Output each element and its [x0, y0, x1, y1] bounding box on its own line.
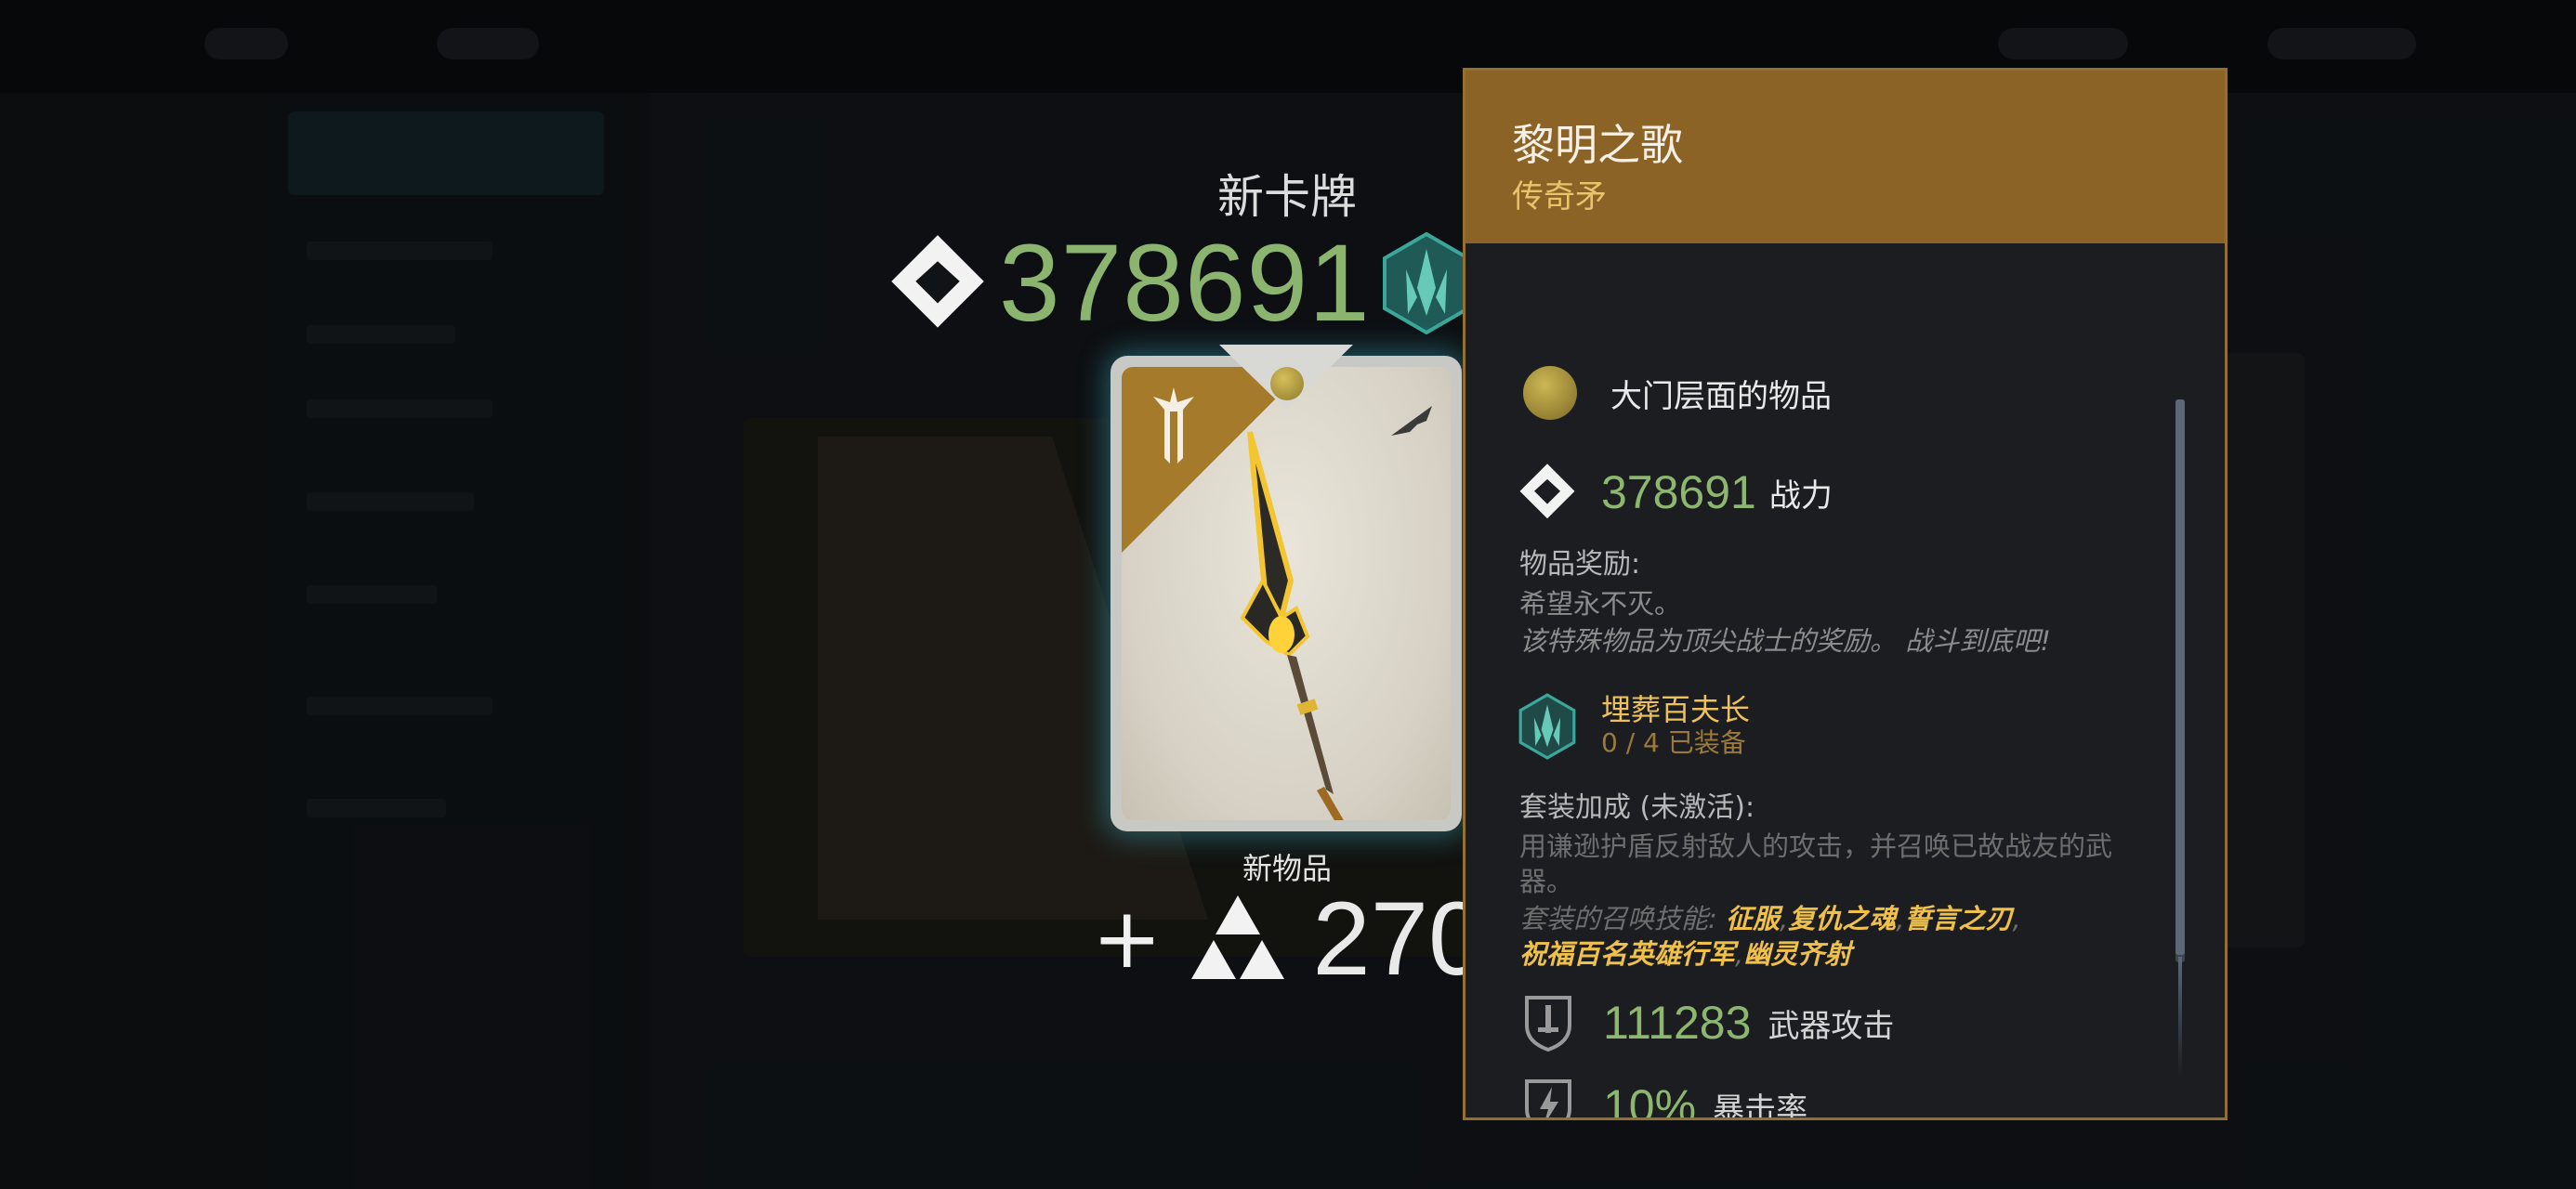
skill-3: 誓言之刃 [1904, 903, 2013, 934]
item-type: 传奇矛 [1512, 178, 1607, 216]
new-card-title: 新卡牌 [1217, 170, 1357, 224]
crit-stat-label: 暴击率 [1713, 1091, 1808, 1120]
skill-1: 征服 [1726, 903, 1781, 934]
new-item-card[interactable] [1111, 345, 1462, 831]
reward-description: 希望永不灭。 该特殊物品为顶尖战士的奖励。 战斗到底吧! [1519, 585, 2151, 660]
tooltip-scrollbar[interactable] [2175, 399, 2185, 962]
set-bonus-title: 套装加成 (未激活): [1519, 791, 1755, 824]
attack-stat-row: 111283 武器攻击 [1465, 994, 1894, 1052]
set-text: 埋葬百夫长 0 / 4 已装备 [1601, 693, 1750, 760]
xp-value: 270 [1312, 880, 1487, 997]
spear-artwork [1240, 431, 1344, 820]
skills-prefix: 套装的召唤技能: [1519, 903, 1726, 934]
power-row: 378691 [887, 222, 1473, 345]
lightning-shield-icon [1525, 1079, 1571, 1117]
skill-4: 祝福百名英雄行军 [1519, 938, 1736, 970]
gate-text: 大门层面的物品 [1610, 377, 1832, 415]
item-tooltip: 黎明之歌 传奇矛 大门层面的物品 378691 战力 物品奖励: 希望永不灭。 … [1463, 68, 2228, 1120]
gate-row: 大门层面的物品 [1465, 366, 1832, 420]
set-emblem-icon [1518, 693, 1576, 760]
triforce-xp-icon [1191, 895, 1285, 979]
power-diamond-icon [1519, 464, 1575, 519]
xp-row: + 270 [1092, 881, 1486, 997]
tooltip-header: 黎明之歌 传奇矛 [1465, 71, 2225, 243]
attack-stat-label: 武器攻击 [1768, 1007, 1895, 1045]
scrollbar-tail [2178, 957, 2182, 1078]
reward-line-2: 该特殊物品为顶尖战士的奖励。 战斗到底吧! [1519, 625, 2051, 657]
set-emblem-icon [1382, 232, 1470, 334]
card-face [1122, 367, 1451, 820]
power-value: 378691 [999, 222, 1371, 345]
set-skills: 套装的召唤技能: 征服,复仇之魂,誓言之刃, 祝福百名英雄行军,幽灵齐射 [1519, 903, 2021, 970]
xp-plus: + [1092, 889, 1163, 987]
power-stat-value: 378691 [1601, 466, 1756, 518]
gate-gem-icon [1523, 366, 1577, 420]
scrollbar-thumb[interactable] [2175, 399, 2185, 955]
skill-2: 复仇之魂 [1788, 903, 1897, 934]
set-row: 埋葬百夫长 0 / 4 已装备 [1465, 693, 1750, 760]
set-name: 埋葬百夫长 [1601, 692, 1751, 727]
reward-line-1: 希望永不灭。 [1519, 588, 1682, 620]
set-bonus-description: 用谦逊护盾反射敌人的攻击，并召唤已故战友的武器。 [1519, 830, 2113, 897]
set-count: 0 / 4 已装备 [1601, 727, 1746, 758]
skill-5: 幽灵齐射 [1743, 938, 1852, 970]
power-diamond-icon [891, 235, 984, 328]
gate-gem-icon [1270, 367, 1304, 400]
sword-shield-icon [1525, 996, 1571, 1052]
tooltip-body: 大门层面的物品 378691 战力 物品奖励: 希望永不灭。 该特殊物品为顶尖战… [1465, 243, 2225, 1117]
power-stat-label: 战力 [1768, 477, 1833, 515]
attack-stat-value: 111283 [1603, 997, 1752, 1049]
crit-stat-row: 10% 暴击率 [1465, 1078, 1808, 1120]
item-name: 黎明之歌 [1512, 120, 1683, 170]
reward-title: 物品奖励: [1519, 548, 1641, 581]
power-stat-row: 378691 战力 [1465, 463, 1833, 522]
crit-stat-value: 10% [1603, 1080, 1697, 1120]
